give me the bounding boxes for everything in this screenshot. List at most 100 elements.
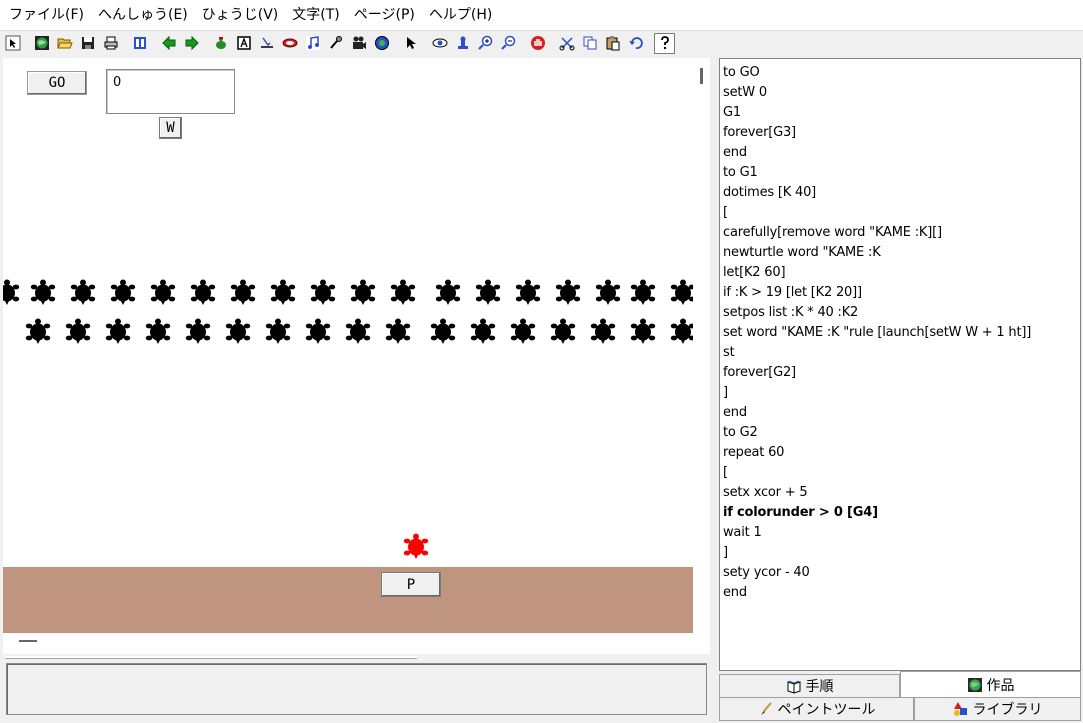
turtle[interactable] — [270, 279, 296, 305]
globe-button[interactable] — [31, 33, 52, 54]
turtle[interactable] — [305, 318, 331, 344]
turtle[interactable] — [390, 279, 416, 305]
turtle[interactable] — [385, 318, 411, 344]
stamp-button[interactable] — [452, 33, 473, 54]
stage[interactable]: GO 0 W P — [3, 58, 693, 638]
zoom-in-button[interactable] — [475, 33, 496, 54]
scroll-thumb[interactable] — [700, 68, 703, 84]
turtle[interactable] — [310, 279, 336, 305]
eye-button[interactable] — [429, 33, 450, 54]
p-button[interactable]: P — [381, 572, 441, 597]
message-splitter[interactable] — [3, 654, 710, 662]
stop-hand-button[interactable] — [527, 33, 548, 54]
pages-button[interactable] — [129, 33, 150, 54]
code-line: forever[G3] — [723, 125, 796, 140]
new-turtle-button[interactable] — [210, 33, 231, 54]
button-shape-button[interactable] — [279, 33, 300, 54]
ground — [3, 567, 693, 633]
menu-edit[interactable]: へんしゅう(E) — [91, 0, 195, 30]
copy-button[interactable] — [579, 33, 600, 54]
active-turtle[interactable] — [403, 533, 429, 559]
turtle[interactable] — [475, 279, 501, 305]
turtle[interactable] — [265, 318, 291, 344]
turtle[interactable] — [435, 279, 461, 305]
counter-textbox[interactable]: 0 — [106, 69, 235, 114]
turtle[interactable] — [470, 318, 496, 344]
turtle[interactable] — [550, 318, 576, 344]
procedures-editor[interactable]: to GO setW 0 G1 forever[G3] end to G1 dotimes … — [719, 58, 1081, 671]
turtle[interactable] — [145, 318, 171, 344]
cut-button[interactable] — [556, 33, 577, 54]
turtle[interactable] — [555, 279, 581, 305]
copy-icon — [583, 36, 596, 50]
code-line: setpos list :K * 40 :K2 — [723, 305, 859, 320]
print-button[interactable] — [100, 33, 121, 54]
zoom-out-button[interactable] — [498, 33, 519, 54]
splitter-bar[interactable] — [5, 656, 417, 659]
tab-library[interactable]: ライブラリ — [914, 697, 1081, 721]
help-question-button[interactable] — [654, 32, 675, 54]
turtle[interactable] — [70, 279, 96, 305]
turtle[interactable] — [150, 279, 176, 305]
turtle[interactable] — [190, 279, 216, 305]
tab-procedures[interactable]: 手順 — [719, 674, 900, 698]
pane-splitter[interactable] — [710, 58, 718, 723]
command-center[interactable] — [6, 663, 707, 715]
turtle[interactable] — [110, 279, 136, 305]
menu-help[interactable]: ヘルプ(H) — [422, 0, 499, 30]
turtle[interactable] — [230, 279, 256, 305]
open-folder-button[interactable] — [54, 33, 75, 54]
stage-horizontal-scrollbar[interactable] — [3, 637, 710, 655]
open-folder-icon — [56, 38, 73, 49]
tab-project[interactable]: 作品 — [900, 671, 1081, 697]
turtle[interactable] — [630, 318, 656, 344]
menu-text[interactable]: 文字(T) — [285, 0, 346, 30]
turtle[interactable] — [515, 279, 541, 305]
arrow-right-button[interactable] — [181, 33, 202, 54]
turtle[interactable] — [225, 318, 251, 344]
arrow-left-button[interactable] — [158, 33, 179, 54]
turtle[interactable] — [65, 318, 91, 344]
turtle[interactable] — [590, 318, 616, 344]
pointer-button[interactable] — [400, 33, 421, 54]
stamp-icon — [457, 36, 468, 49]
turtle[interactable] — [30, 279, 56, 305]
music-note-button[interactable] — [302, 33, 323, 54]
cut-icon — [559, 37, 574, 51]
turtle[interactable] — [350, 279, 376, 305]
eye-icon — [432, 38, 447, 48]
zoom-out-icon — [500, 35, 515, 50]
slider-button[interactable] — [256, 33, 277, 54]
tab-paint-tools[interactable]: ペイントツール — [719, 697, 914, 721]
turtle[interactable] — [3, 279, 20, 305]
sound-button[interactable] — [325, 33, 346, 54]
turtle[interactable] — [670, 279, 693, 305]
turtle[interactable] — [105, 318, 131, 344]
undo-button[interactable] — [625, 33, 646, 54]
save-disk-button[interactable] — [77, 33, 98, 54]
turtle[interactable] — [345, 318, 371, 344]
scroll-thumb[interactable] — [19, 640, 37, 642]
w-button[interactable]: W — [159, 117, 182, 139]
turtle[interactable] — [670, 318, 693, 344]
cursor-arrow-button[interactable] — [2, 33, 23, 54]
turtle[interactable] — [25, 318, 51, 344]
record-button[interactable] — [371, 33, 392, 54]
turtle[interactable] — [510, 318, 536, 344]
go-button[interactable]: GO — [27, 71, 87, 95]
code-line: if :K > 19 [let [K2 20]] — [723, 285, 862, 300]
menu-view[interactable]: ひょうじ(V) — [195, 0, 286, 30]
movie-button[interactable] — [348, 33, 369, 54]
turtle[interactable] — [430, 318, 456, 344]
arrow-right-icon — [185, 35, 199, 51]
text-box-button[interactable] — [233, 33, 254, 54]
menu-page[interactable]: ページ(P) — [347, 0, 422, 30]
stage-vertical-scrollbar[interactable] — [693, 58, 710, 638]
record-icon — [374, 36, 389, 50]
turtle[interactable] — [595, 279, 621, 305]
code-line: to G1 — [723, 165, 758, 180]
turtle[interactable] — [185, 318, 211, 344]
paste-button[interactable] — [602, 33, 623, 54]
menu-file[interactable]: ファイル(F) — [2, 0, 91, 30]
turtle[interactable] — [630, 279, 656, 305]
